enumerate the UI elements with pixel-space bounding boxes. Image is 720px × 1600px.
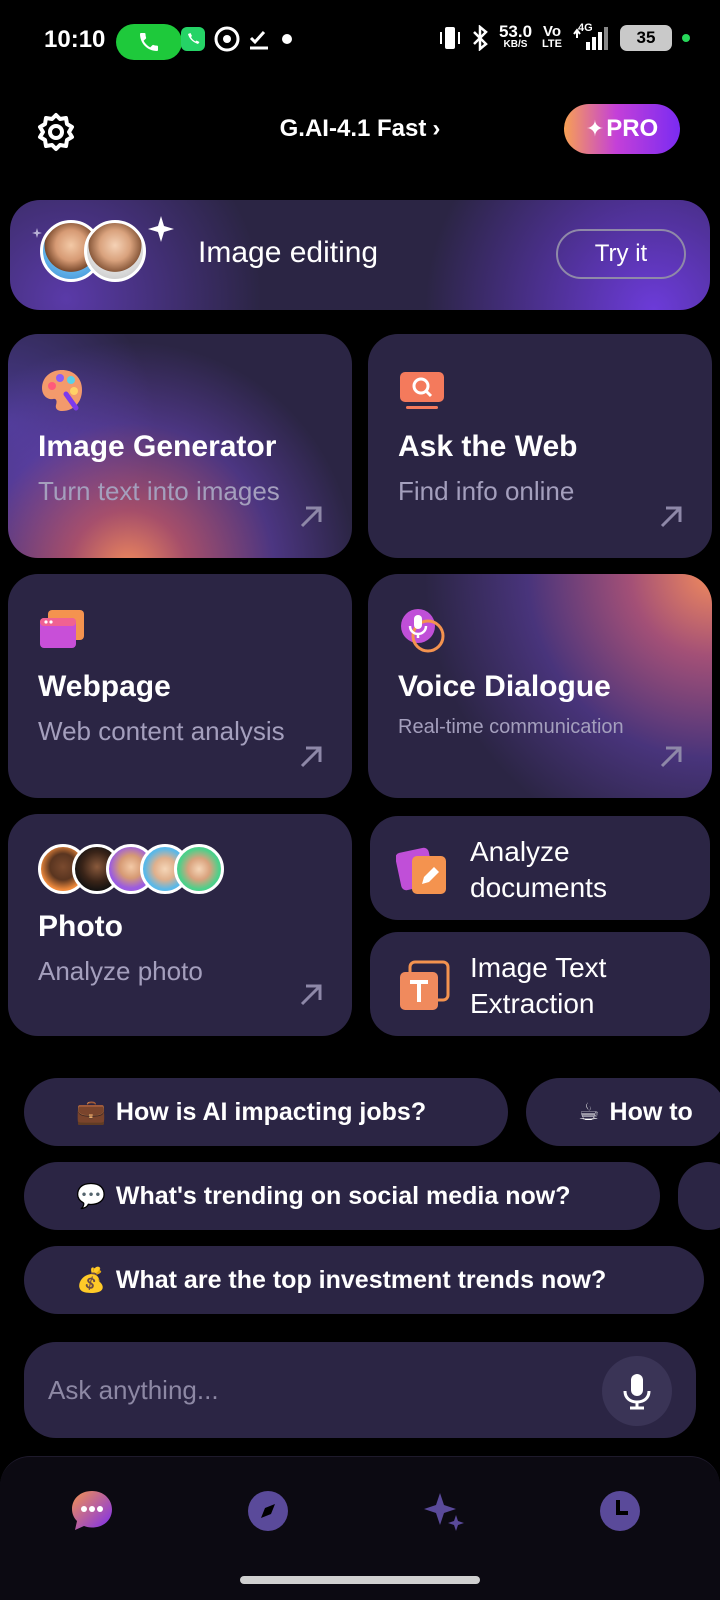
image-text-extraction-card[interactable]: Image Text Extraction	[370, 932, 710, 1036]
chrome-icon	[214, 26, 240, 52]
before-after-avatars	[32, 216, 174, 286]
battery-icon: 35	[620, 25, 672, 51]
model-name: G.AI-4.1 Fast	[279, 115, 427, 142]
card-subtitle: Web content analysis	[38, 716, 285, 746]
signal-type: 4G	[578, 22, 593, 34]
card-title: Ask the Web	[398, 430, 578, 463]
photo-card[interactable]: Photo Analyze photo	[8, 814, 352, 1036]
text-extraction-icon	[396, 960, 452, 1012]
home-indicator[interactable]	[240, 1576, 480, 1584]
chip-text: How to	[609, 1097, 693, 1126]
ask-the-web-card[interactable]: Ask the Web Find info online	[368, 334, 712, 558]
briefcase-icon: 💼	[76, 1098, 106, 1126]
check-download-icon	[246, 26, 272, 52]
arrow-up-right-icon	[300, 506, 322, 528]
card-label: Analyze documents	[470, 834, 607, 906]
sparkle-icon: ✦	[585, 116, 605, 141]
card-title: Voice Dialogue	[398, 670, 611, 703]
chevron-right-icon: ›	[432, 115, 441, 142]
pro-label: PRO	[606, 115, 659, 142]
whatsapp-icon	[180, 26, 206, 52]
nav-explore-tab[interactable]	[244, 1487, 292, 1535]
volte-top: Vo	[542, 23, 562, 40]
compass-icon	[248, 1491, 288, 1531]
suggestion-chip[interactable]: 💰 What are the top investment trends now?	[24, 1246, 704, 1314]
status-right-group: 53.0 KB/S Vo LTE 4G 35	[439, 22, 690, 52]
memoji-avatar	[174, 844, 224, 894]
volte-bottom: LTE	[542, 38, 562, 50]
nav-history-tab[interactable]	[596, 1487, 644, 1535]
signal-indicator: 4G	[572, 22, 610, 52]
card-title: Photo	[38, 910, 123, 943]
nav-chat-tab[interactable]	[68, 1487, 116, 1535]
nav-ai-tools-tab[interactable]	[420, 1487, 468, 1535]
arrow-up-right-icon	[660, 746, 682, 768]
suggestion-chip[interactable]: 💬 What's trending on social media now?	[24, 1162, 660, 1230]
microphone-button[interactable]	[602, 1356, 672, 1426]
chat-bubble-icon	[72, 1491, 112, 1530]
memoji-avatar-row	[38, 844, 228, 898]
search-monitor-icon	[398, 366, 446, 414]
volte-indicator: Vo LTE	[542, 23, 562, 51]
app-header: G.AI-4.1 Fast › ✦ PRO	[0, 100, 720, 160]
voice-dialogue-card[interactable]: Voice Dialogue Real-time communication	[368, 574, 712, 798]
arrow-up-right-icon	[660, 506, 682, 528]
coffee-icon: ☕	[578, 1098, 600, 1126]
browser-window-icon	[38, 606, 86, 654]
ask-input[interactable]	[48, 1370, 568, 1410]
vibrate-icon	[439, 27, 460, 49]
card-label-line2: Extraction	[470, 988, 595, 1019]
banner-title: Image editing	[198, 236, 379, 269]
sparkles-icon	[424, 1493, 464, 1531]
pro-upgrade-button[interactable]: ✦ PRO	[564, 104, 680, 154]
money-bag-icon: 💰	[76, 1266, 106, 1294]
net-speed-unit: KB/S	[503, 39, 528, 50]
chat-input-bar	[24, 1342, 696, 1438]
card-label: Image Text Extraction	[470, 950, 606, 1022]
net-speed-value: 53.0	[498, 22, 533, 41]
card-title: Image Generator	[38, 430, 277, 463]
ongoing-call-indicator[interactable]	[116, 24, 182, 60]
card-subtitle: Turn text into images	[38, 476, 280, 506]
webpage-card[interactable]: Webpage Web content analysis	[8, 574, 352, 798]
microphone-icon	[623, 1374, 651, 1410]
image-generator-card[interactable]: Image Generator Turn text into images	[8, 334, 352, 558]
card-subtitle: Find info online	[398, 476, 575, 506]
document-edit-icon	[395, 844, 452, 896]
card-subtitle: Analyze photo	[38, 956, 203, 986]
chip-text: What's trending on social media now?	[115, 1181, 571, 1210]
suggestion-chip[interactable]: 💼 How is AI impacting jobs?	[24, 1078, 508, 1146]
card-label-line2: documents	[470, 872, 607, 903]
image-editing-banner[interactable]: Image editing Try it	[10, 200, 710, 310]
phone-icon	[140, 33, 158, 51]
chip-text: What are the top investment trends now?	[115, 1265, 607, 1294]
suggestion-chip-partial[interactable]	[678, 1162, 720, 1230]
small-sparkle-icon	[32, 228, 42, 238]
sparkle-icon	[148, 216, 174, 242]
suggestion-chip[interactable]: ☕ How to	[526, 1078, 720, 1146]
arrow-up-right-icon	[300, 984, 322, 1006]
net-speed: 53.0 KB/S	[498, 22, 533, 51]
card-title: Webpage	[38, 670, 171, 703]
card-subtitle: Real-time communication	[398, 716, 624, 738]
card-label-line1: Image Text	[470, 952, 607, 983]
card-label-line1: Analyze	[470, 836, 570, 867]
palette-icon	[38, 366, 86, 414]
arrow-up-right-icon	[300, 746, 322, 768]
status-bar: 10:10 53.0 KB/S Vo LTE 4G 35	[0, 0, 720, 84]
notification-dot-icon	[282, 34, 292, 44]
bluetooth-icon	[473, 25, 488, 51]
avatar-after	[84, 220, 146, 282]
status-time: 10:10	[44, 26, 106, 53]
speech-bubble-icon: 💬	[76, 1182, 106, 1210]
chip-text: How is AI impacting jobs?	[115, 1097, 427, 1126]
clock-icon	[600, 1491, 640, 1531]
try-it-button[interactable]: Try it	[556, 229, 686, 279]
analyze-documents-card[interactable]: Analyze documents	[370, 816, 710, 920]
voice-chat-icon	[398, 606, 446, 654]
privacy-dot-icon	[682, 34, 690, 42]
